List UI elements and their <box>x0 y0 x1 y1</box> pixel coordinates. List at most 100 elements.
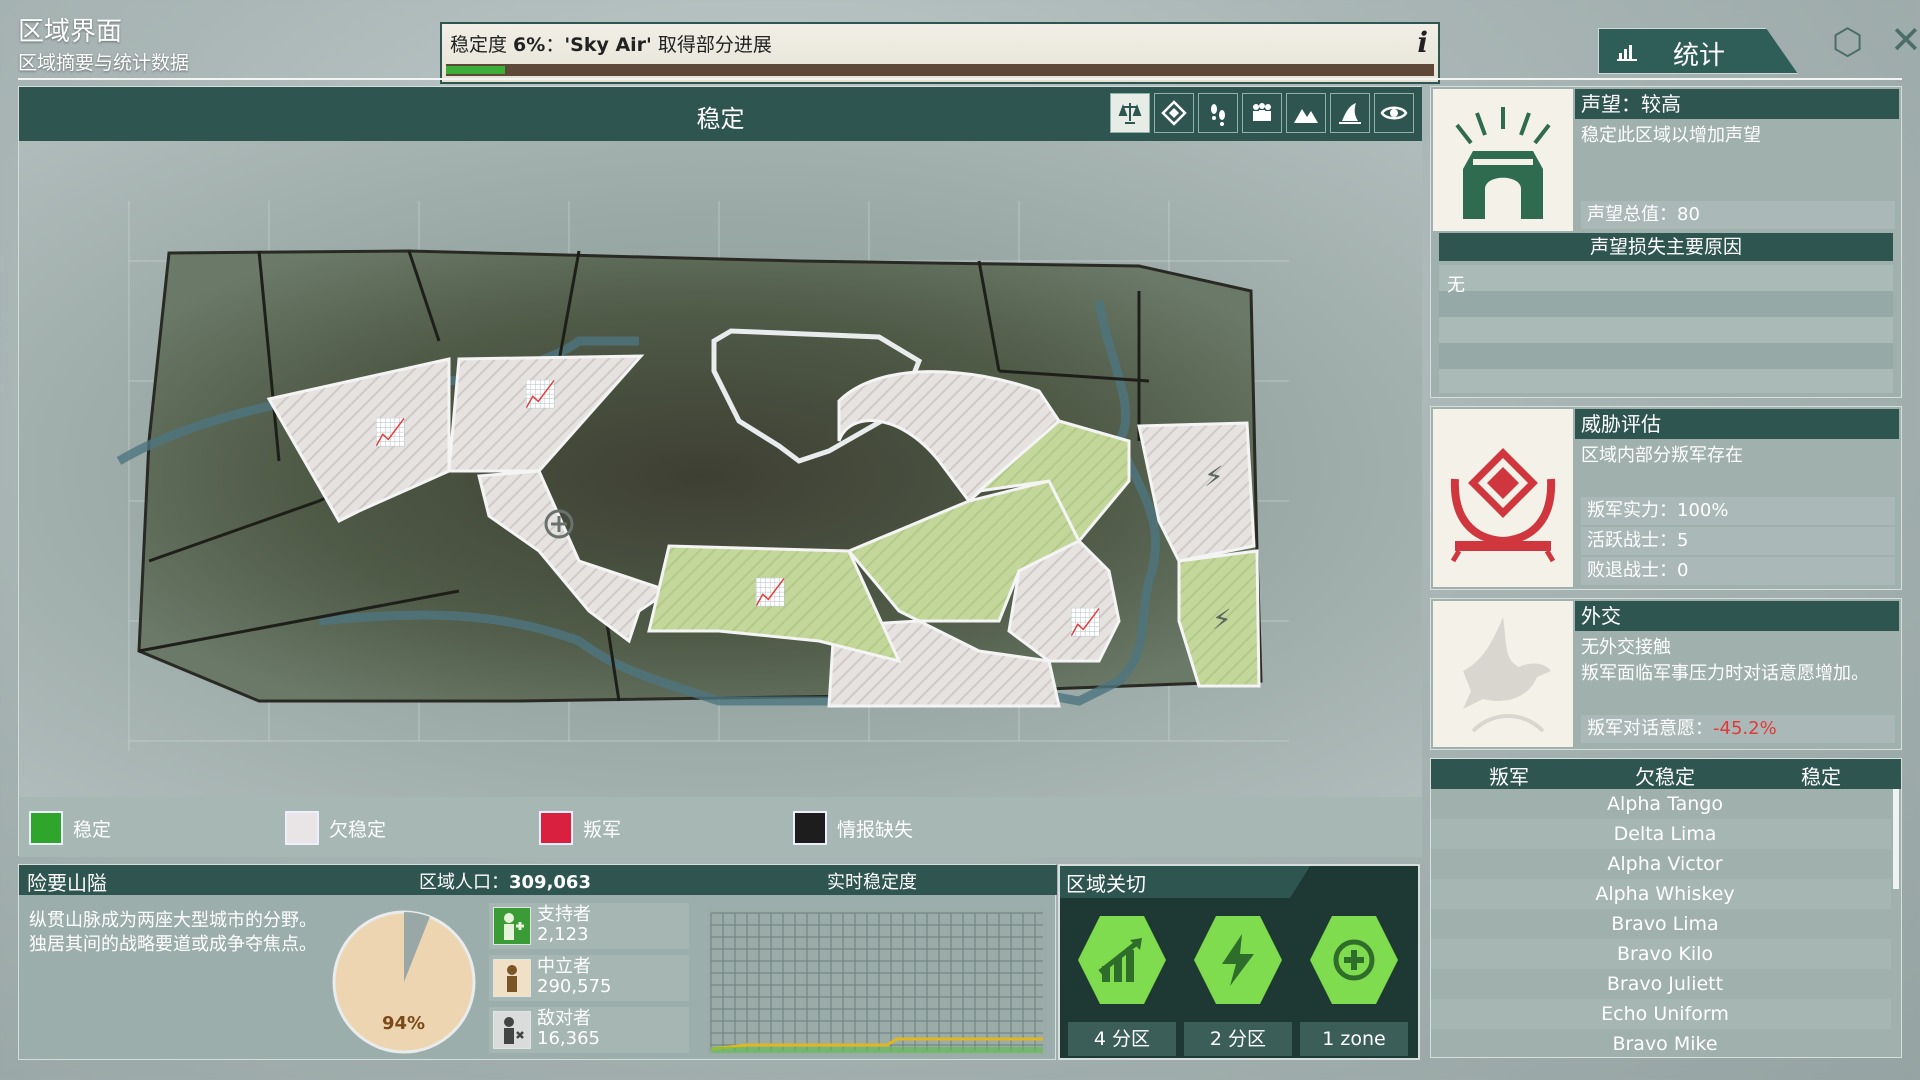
lightning-icon: ⚡ <box>1204 460 1224 493</box>
threat-desc: 区域内部分叛军存在 <box>1581 445 1743 466</box>
faction-row[interactable]: Bravo Juliett <box>1431 969 1891 999</box>
zone-concern-medical[interactable]: 1 zone <box>1300 910 1408 1056</box>
faction-row[interactable]: Alpha Whiskey <box>1431 879 1891 909</box>
stats-tab-label: 统计 <box>1673 41 1726 71</box>
legend-swatch <box>539 811 573 845</box>
faction-row[interactable]: Alpha Tango <box>1431 789 1891 819</box>
diplomacy-desc-2: 叛军面临军事压力时对话意愿增加。 <box>1581 663 1869 684</box>
hexagon-icon[interactable]: ⬡ <box>1832 22 1863 63</box>
faction-name: Alpha Victor <box>1607 853 1723 875</box>
diplomacy-emblem <box>1433 601 1573 747</box>
legend-swatch <box>285 811 319 845</box>
supporter-icon <box>493 907 531 945</box>
zone-concerns-title: 区域关切 <box>1066 872 1146 896</box>
legend-swatch <box>29 811 63 845</box>
balance-icon[interactable] <box>1110 93 1150 133</box>
legend-unstable: 欠稳定 <box>285 811 386 845</box>
reputation-loss-value: 无 <box>1447 275 1465 296</box>
population-pie: 94% <box>329 907 479 1057</box>
lightning-icon <box>1194 916 1282 1004</box>
faction-name: Echo Uniform <box>1601 1003 1729 1025</box>
threat-title: 威胁评估 <box>1575 409 1899 439</box>
mountains-icon[interactable] <box>1286 93 1326 133</box>
stability-line-chart <box>707 909 1047 1055</box>
diplomacy-title: 外交 <box>1575 601 1899 631</box>
footsteps-icon[interactable] <box>1198 93 1238 133</box>
legend-no-intel: 情报缺失 <box>793 811 913 845</box>
hostiles-value: 16,365 <box>537 1028 600 1049</box>
faction-name: Alpha Whiskey <box>1595 883 1735 905</box>
legend-stable: 稳定 <box>29 811 111 845</box>
eye-icon[interactable] <box>1374 93 1414 133</box>
zone-concern-label: 2 分区 <box>1184 1022 1292 1056</box>
faction-name: Bravo Juliett <box>1606 973 1724 995</box>
bar-chart-icon <box>1617 45 1637 61</box>
region-info-header: 险要山隘 区域人口：309,063 实时稳定度 <box>19 865 1057 895</box>
map-panel: 稳定 📈 📈 📈 📈 ⚡ ⚡ 稳定 欠稳定 叛军 情报缺失 <box>18 86 1422 857</box>
faction-row[interactable]: Bravo Lima <box>1431 909 1891 939</box>
faction-list-header: 叛军 欠稳定 稳定 <box>1431 759 1901 789</box>
faction-name: Alpha Tango <box>1607 793 1723 815</box>
stats-tab[interactable]: 统计 <box>1598 28 1798 74</box>
monument-icon <box>1455 107 1551 219</box>
faction-col-stable: 稳定 <box>1801 765 1841 789</box>
hostiles-row: 敌对者 16,365 <box>489 1007 689 1053</box>
faction-name: Bravo Lima <box>1611 913 1719 935</box>
faction-name: Delta Lima <box>1613 823 1717 845</box>
map-tools <box>1110 93 1414 133</box>
page-subtitle: 区域摘要与统计数据 <box>18 52 190 74</box>
faction-row[interactable]: Bravo Kilo <box>1431 939 1891 969</box>
region-info-panel: 险要山隘 区域人口：309,063 实时稳定度 纵贯山脉成为两座大型城市的分野。… <box>18 864 1057 1060</box>
chart-up-icon: 📈 <box>1069 607 1101 638</box>
legend-swatch <box>793 811 827 845</box>
map-header: 稳定 <box>19 87 1422 141</box>
legend-label: 欠稳定 <box>329 818 387 841</box>
progress-faction: 'Sky Air' <box>564 34 652 56</box>
faction-list-panel: 叛军 欠稳定 稳定 Alpha Tango Delta Lima Alpha V… <box>1430 758 1902 1058</box>
info-icon[interactable]: i <box>1417 26 1428 59</box>
progress-separator: ： <box>545 34 565 56</box>
faction-scrollbar[interactable] <box>1893 789 1899 889</box>
faction-row[interactable]: Echo Uniform <box>1431 999 1891 1029</box>
faction-col-rebel: 叛军 <box>1489 765 1529 789</box>
progress-text: 稳定度 6%：'Sky Air' 取得部分进展 <box>450 30 772 57</box>
zone-concern-power[interactable]: 2 分区 <box>1184 910 1292 1056</box>
realtime-stability-label: 实时稳定度 <box>827 872 917 893</box>
zone-concern-label: 4 分区 <box>1068 1022 1176 1056</box>
supporters-value: 2,123 <box>537 924 589 945</box>
chart-up-icon: 📈 <box>754 577 786 608</box>
reputation-card: 声望：较高 稳定此区域以增加声望 声望总值：80 声望损失主要原因 无 <box>1430 86 1902 398</box>
threat-stat-defeated: 败退战士：0 <box>1581 557 1895 585</box>
neutrals-value: 290,575 <box>537 976 612 997</box>
diplomacy-will-value: -45.2% <box>1713 718 1777 739</box>
pie-percent: 94% <box>382 1013 426 1034</box>
legend-rebel: 叛军 <box>539 811 621 845</box>
stability-progress: 稳定度 6%：'Sky Air' 取得部分进展 i <box>440 22 1440 84</box>
close-icon[interactable]: ✕ <box>1890 18 1920 62</box>
faction-row[interactable]: Alpha Victor <box>1431 849 1891 879</box>
progress-suffix: 取得部分进展 <box>651 34 772 56</box>
threat-stat-strength: 叛军实力：100% <box>1581 497 1895 525</box>
threat-card: 威胁评估 区域内部分叛军存在 叛军实力：100% 活跃战士：5 败退战士：0 <box>1430 406 1902 590</box>
faction-row[interactable]: Delta Lima <box>1431 819 1891 849</box>
faction-row[interactable]: Bravo Mike <box>1431 1029 1891 1057</box>
region-description: 纵贯山脉成为两座大型城市的分野。独居其间的战略要道或成争夺焦点。 <box>29 910 317 955</box>
stability-baseline <box>711 1047 1043 1053</box>
top-bar: 区域界面 区域摘要与统计数据 稳定度 6%：'Sky Air' 取得部分进展 i… <box>18 12 1920 84</box>
diplomacy-desc: 无外交接触 叛军面临军事压力时对话意愿增加。 <box>1581 635 1895 687</box>
rebel-emblem-icon <box>1450 448 1556 563</box>
diplomacy-card: 外交 无外交接触 叛军面临军事压力时对话意愿增加。 叛军对话意愿：-45.2% <box>1430 598 1902 750</box>
diamond-icon[interactable] <box>1154 93 1194 133</box>
pie-chart <box>332 910 476 1054</box>
people-icon[interactable] <box>1242 93 1282 133</box>
page-title: 区域界面 <box>18 17 123 47</box>
zone-concern-growth[interactable]: 4 分区 <box>1068 910 1176 1056</box>
neutral-icon <box>493 959 531 997</box>
region-map[interactable]: 📈 📈 📈 📈 ⚡ ⚡ <box>19 141 1422 797</box>
lightning-icon: ⚡ <box>1212 603 1232 636</box>
sail-icon[interactable] <box>1330 93 1370 133</box>
chart-up-icon <box>1078 916 1166 1004</box>
neutrals-row: 中立者 290,575 <box>489 955 689 1001</box>
reputation-total: 声望总值：80 <box>1581 201 1895 229</box>
reputation-title: 声望：较高 <box>1575 89 1899 119</box>
